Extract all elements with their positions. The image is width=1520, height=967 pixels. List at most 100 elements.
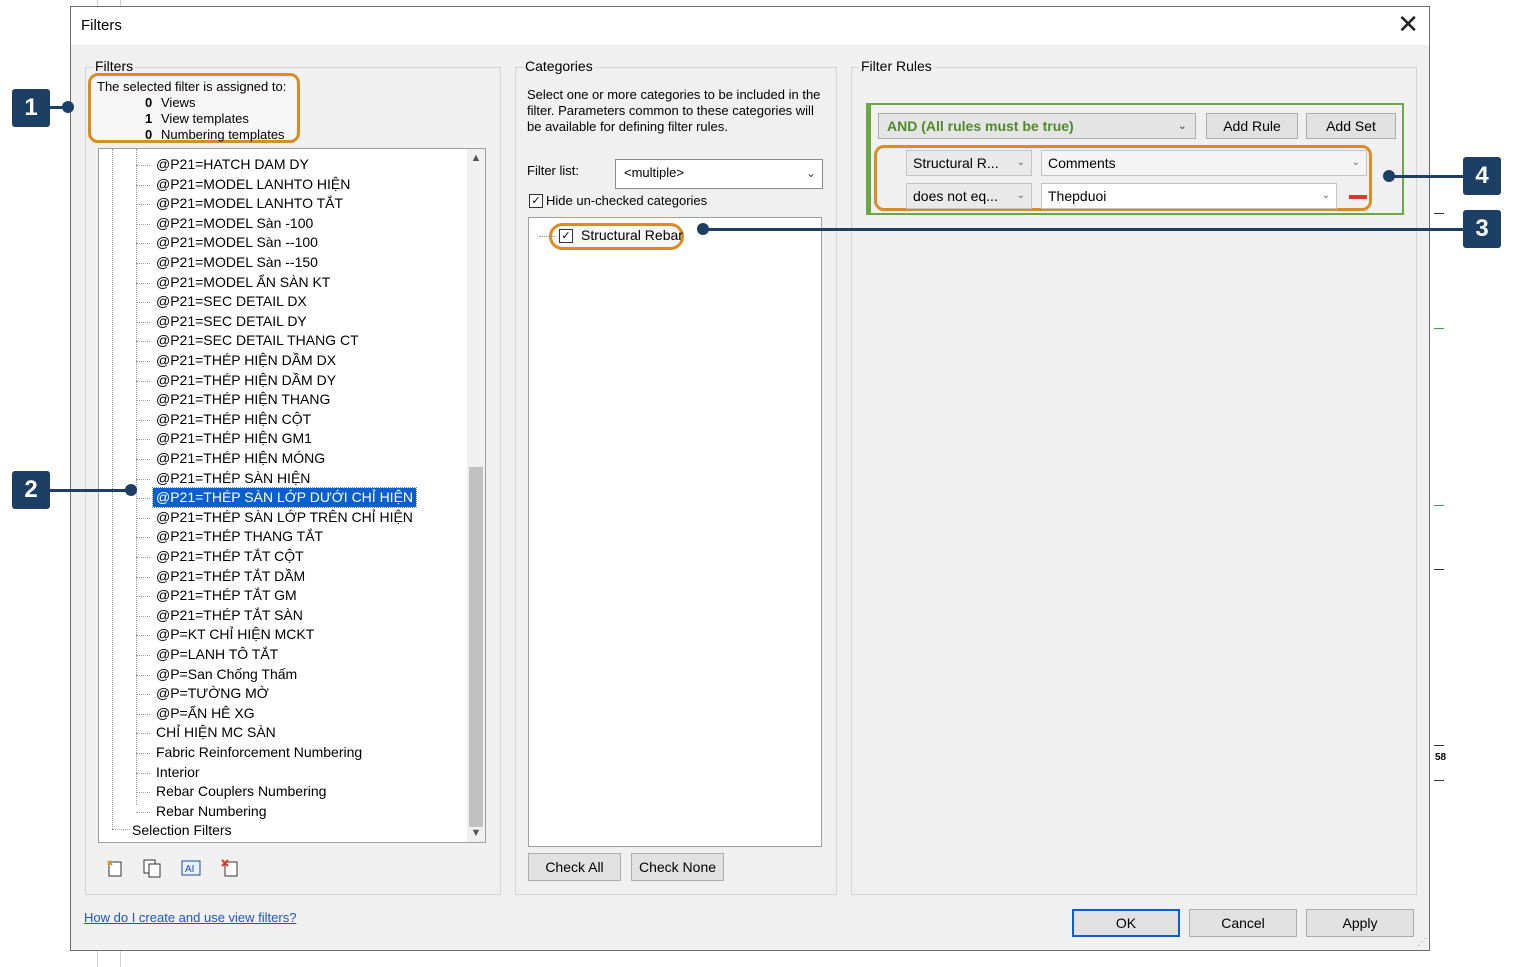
dialog-title: Filters bbox=[81, 17, 122, 34]
tree-item[interactable]: @P21=THÉP HIỆN DẦM DX bbox=[156, 351, 336, 370]
tree-item[interactable]: @P=LANH TÔ TẮT bbox=[156, 645, 278, 664]
tree-item[interactable]: @P21=THÉP HIỆN DẦM DY bbox=[156, 371, 336, 390]
tree-guide-line bbox=[136, 302, 150, 304]
add-rule-button[interactable]: Add Rule bbox=[1206, 113, 1298, 139]
numbering-templates-label: Numbering templates bbox=[161, 127, 285, 142]
new-filter-icon[interactable] bbox=[105, 858, 125, 878]
callout-1: 1 bbox=[12, 89, 50, 127]
duplicate-filter-icon[interactable] bbox=[142, 858, 162, 878]
filter-tree[interactable]: @P21=HATCH DAM DY @P21=MODEL LANHTO HIỆN @… bbox=[98, 148, 486, 843]
callout-3-line bbox=[704, 228, 1464, 231]
tree-item[interactable]: @P21=THÉP TẮT CỘT bbox=[156, 547, 304, 566]
assigned-header: The selected filter is assigned to: bbox=[97, 79, 287, 94]
tree-item[interactable]: Fabric Reinforcement Numbering bbox=[156, 743, 362, 762]
tree-guide-line bbox=[136, 576, 150, 578]
tree-item[interactable]: @P21=THÉP HIỆN THANG bbox=[156, 390, 330, 409]
rule-category-select[interactable]: Structural R... ⌄ bbox=[906, 150, 1032, 176]
scroll-down-icon[interactable]: ▼ bbox=[467, 824, 485, 842]
tree-item[interactable]: @P21=THÉP HIỆN CỘT bbox=[156, 410, 311, 429]
remove-rule-icon[interactable] bbox=[1349, 195, 1367, 199]
title-bar: Filters ✕ bbox=[71, 7, 1429, 45]
scroll-thumb[interactable] bbox=[469, 467, 483, 827]
tree-guide-line bbox=[136, 733, 150, 735]
tree-item[interactable]: @P21=MODEL LANHTO TẮT bbox=[156, 194, 343, 213]
tree-item[interactable]: @P21=MODEL Sàn --100 bbox=[156, 233, 318, 252]
tree-guide-line bbox=[136, 380, 150, 382]
check-all-button[interactable]: Check All bbox=[528, 853, 621, 881]
chevron-down-icon: ⌄ bbox=[1321, 190, 1330, 201]
rule-set-box: AND (All rules must be true) ⌄ Add Rule … bbox=[866, 103, 1404, 215]
tree-guide-line bbox=[136, 615, 150, 617]
rule-operator-select[interactable]: does not eq... ⌄ bbox=[906, 183, 1032, 209]
rule-parameter-select[interactable]: Comments ⌄ bbox=[1041, 150, 1367, 176]
tree-root-selection-filters[interactable]: Selection Filters bbox=[132, 821, 232, 840]
hide-unchecked-checkbox[interactable]: ✓ bbox=[529, 194, 543, 208]
tree-item[interactable]: @P21=THÉP TẮT GM bbox=[156, 586, 297, 605]
views-label: Views bbox=[161, 95, 196, 110]
tree-guide-line bbox=[136, 478, 150, 480]
tree-item[interactable]: @P=ẨN HÊ XG bbox=[156, 704, 255, 723]
chevron-down-icon: ⌄ bbox=[805, 166, 816, 180]
tree-item[interactable]: @P21=THÉP TẮT DẦM bbox=[156, 567, 305, 586]
help-link[interactable]: How do I create and use view filters? bbox=[84, 910, 296, 925]
tree-item[interactable]: @P21=SEC DETAIL THANG CT bbox=[156, 331, 359, 350]
callout-4: 4 bbox=[1463, 157, 1501, 195]
scroll-up-icon[interactable]: ▲ bbox=[467, 149, 485, 167]
callout-1-dot bbox=[62, 101, 74, 113]
tree-item[interactable]: Rebar Numbering bbox=[156, 802, 267, 821]
background-line bbox=[1434, 505, 1444, 506]
tree-item[interactable]: @P=TƯỜNG MỜ bbox=[156, 684, 269, 703]
svg-text:AI: AI bbox=[185, 864, 194, 875]
tree-item[interactable]: @P21=SEC DETAIL DX bbox=[156, 292, 307, 311]
delete-filter-icon[interactable] bbox=[220, 858, 240, 878]
tree-scrollbar[interactable]: ▲ ▼ bbox=[467, 149, 485, 842]
rule-value-select[interactable]: Thepduoi ⌄ bbox=[1041, 183, 1337, 209]
cancel-button[interactable]: Cancel bbox=[1189, 909, 1297, 937]
check-none-button[interactable]: Check None bbox=[631, 853, 724, 881]
callout-1-line bbox=[50, 106, 62, 109]
tree-item[interactable]: @P21=THÉP SÀN LỚP TRÊN CHỈ HIỆN bbox=[156, 508, 413, 527]
tree-item[interactable]: @P21=THÉP HIỆN MÓNG bbox=[156, 449, 325, 468]
views-count: 0 bbox=[145, 95, 153, 110]
tree-item[interactable]: @P21=MODEL Sàn --150 bbox=[156, 253, 318, 272]
callout-2: 2 bbox=[12, 471, 50, 509]
tree-guide-line bbox=[136, 223, 150, 225]
tree-guide-line bbox=[136, 419, 150, 421]
add-set-button[interactable]: Add Set bbox=[1306, 113, 1396, 139]
close-icon[interactable]: ✕ bbox=[1397, 9, 1419, 39]
tree-item[interactable]: @P21=MODEL Sàn -100 bbox=[156, 214, 313, 233]
background-line bbox=[1434, 328, 1444, 329]
structural-rebar-label[interactable]: Structural Rebar bbox=[581, 227, 683, 243]
tree-item[interactable]: Interior bbox=[156, 763, 200, 782]
tree-item[interactable]: @P=KT CHỈ HIỆN MCKT bbox=[156, 625, 314, 644]
tree-item-selected[interactable]: @P21=THÉP SÀN LỚP DƯỚI CHỈ HIỆN bbox=[151, 487, 418, 509]
tree-item[interactable]: @P21=THÉP HIỆN GM1 bbox=[156, 429, 312, 448]
tree-item[interactable]: Rebar Couplers Numbering bbox=[156, 782, 326, 801]
rename-filter-icon[interactable]: AI bbox=[181, 858, 201, 878]
tree-guide-line bbox=[136, 792, 150, 794]
background-line bbox=[1434, 745, 1444, 746]
tree-item[interactable]: @P21=MODEL ẨN SÀN KT bbox=[156, 273, 330, 292]
filter-list-select[interactable]: <multiple> ⌄ bbox=[615, 159, 823, 189]
tree-item[interactable]: @P21=HATCH DAM DY bbox=[156, 155, 309, 174]
tree-item[interactable]: @P21=THÉP TẮT SÀN bbox=[156, 606, 303, 625]
tree-item[interactable]: @P21=THÉP SÀN HIỆN bbox=[156, 469, 310, 488]
categories-description: Select one or more categories to be incl… bbox=[527, 87, 821, 134]
background-line bbox=[1434, 780, 1444, 781]
tree-guide-line bbox=[136, 400, 150, 402]
structural-rebar-checkbox[interactable]: ✓ bbox=[559, 229, 573, 243]
tree-item[interactable]: CHỈ HIỆN MC SÀN bbox=[156, 723, 276, 742]
tree-item[interactable]: @P21=THÉP THANG TẮT bbox=[156, 527, 323, 546]
logic-select[interactable]: AND (All rules must be true) ⌄ bbox=[878, 113, 1196, 139]
resize-grip-icon[interactable]: ⋰ bbox=[1417, 937, 1427, 948]
categories-list[interactable]: ✓ Structural Rebar bbox=[528, 217, 822, 847]
background-label: 58 bbox=[1435, 752, 1447, 763]
apply-button[interactable]: Apply bbox=[1306, 909, 1414, 937]
tree-item[interactable]: @P21=MODEL LANHTO HIỆN bbox=[156, 175, 350, 194]
tree-item[interactable]: @P21=SEC DETAIL DY bbox=[156, 312, 307, 331]
tree-item[interactable]: @P=San Chống Thấm bbox=[156, 665, 297, 684]
callout-4-dot bbox=[1383, 170, 1395, 182]
tree-guide-line bbox=[136, 674, 150, 676]
ok-button[interactable]: OK bbox=[1072, 909, 1180, 937]
rule-highlight: Structural R... ⌄ Comments ⌄ does not eq… bbox=[874, 145, 1372, 211]
